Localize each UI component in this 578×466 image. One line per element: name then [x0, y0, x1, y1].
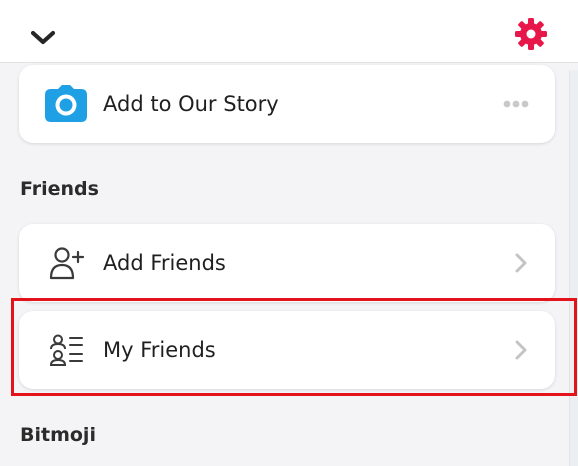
add-to-our-story-button[interactable]: Add to Our Story [19, 65, 555, 143]
top-bar [0, 0, 578, 63]
friends-list-icon [49, 333, 85, 367]
my-friends-label: My Friends [103, 338, 216, 362]
add-friend-icon [49, 246, 85, 280]
bitmoji-section-heading: Bitmoji [20, 424, 96, 446]
story-label: Add to Our Story [103, 92, 279, 116]
chevron-right-icon [515, 340, 527, 360]
chevron-right-icon [515, 253, 527, 273]
gear-icon[interactable] [512, 17, 550, 51]
add-friends-label: Add Friends [103, 251, 226, 275]
scroll-track[interactable] [569, 70, 578, 466]
add-friends-button[interactable]: Add Friends [19, 224, 555, 302]
my-friends-button[interactable]: My Friends [19, 311, 555, 389]
chevron-down-icon[interactable] [27, 24, 59, 52]
friends-section-heading: Friends [20, 178, 99, 200]
more-dots-icon[interactable] [503, 100, 529, 108]
camera-icon [43, 84, 89, 124]
